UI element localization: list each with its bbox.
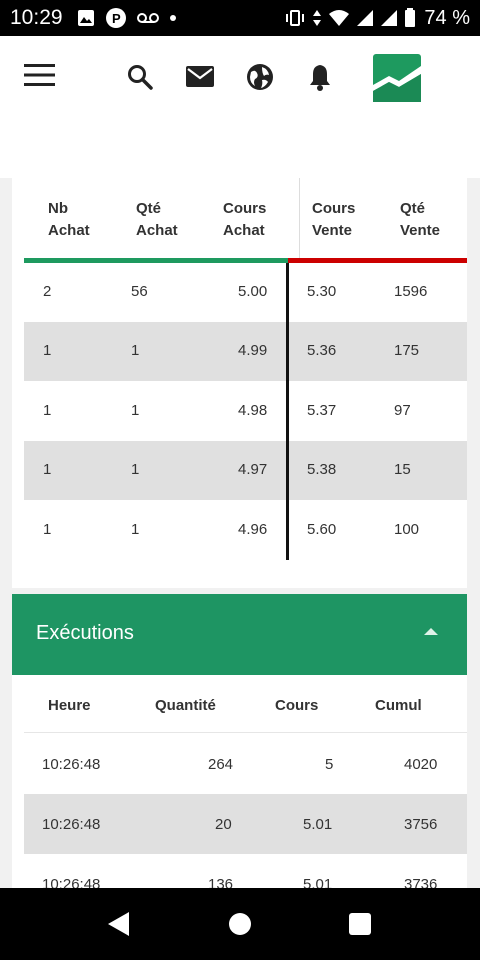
executions-header[interactable]: Exécutions <box>12 594 467 675</box>
signal-icon <box>357 10 374 26</box>
dot-icon <box>169 15 176 21</box>
order-book-row: 1 1 4.99 5.36 175 <box>24 322 467 381</box>
order-book-row: 1 1 4.97 5.38 15 <box>24 441 467 500</box>
order-book-row: 1 1 4.98 5.37 97 <box>43 402 411 419</box>
execution-row: 10:26:48 264 5 4020 <box>42 756 438 773</box>
wifi-icon <box>329 10 350 26</box>
execution-row: 10:26:48 20 5.01 3756 <box>24 794 467 854</box>
order-book-row: 2 56 5.00 5.30 1596 <box>43 283 428 300</box>
order-book-row: 1 1 4.96 5.60 100 <box>43 521 420 538</box>
menu-icon[interactable] <box>24 63 55 87</box>
home-icon[interactable] <box>229 913 251 935</box>
col-header-cours[interactable]: Cours <box>275 697 318 714</box>
vibrate-icon <box>286 10 305 26</box>
signal-icon <box>381 10 398 26</box>
voicemail-icon <box>136 13 159 23</box>
mail-icon[interactable] <box>186 66 214 87</box>
app-header <box>0 36 480 178</box>
col-header-nb-achat[interactable]: Nb Achat <box>48 198 90 242</box>
app-p-icon: P <box>105 8 126 28</box>
col-header-cours-vente[interactable]: Cours Vente <box>312 198 355 242</box>
col-header-cours-achat[interactable]: Cours Achat <box>223 198 266 242</box>
col-header-heure[interactable]: Heure <box>48 697 91 714</box>
bell-icon[interactable] <box>309 63 331 91</box>
executions-card: Exécutions Heure Quantité Cours Cumul 10… <box>12 594 467 888</box>
recents-icon[interactable] <box>349 913 371 935</box>
col-header-quantite[interactable]: Quantité <box>155 697 216 714</box>
col-header-cumul[interactable]: Cumul <box>375 697 422 714</box>
status-bar: 10:29 P 74 % <box>0 0 480 36</box>
search-icon[interactable] <box>127 64 153 90</box>
battery-percent: 74 % <box>424 6 470 29</box>
executions-title: Exécutions <box>36 622 134 644</box>
data-arrows-icon <box>313 10 322 26</box>
executions-column-header: Heure Quantité Cours Cumul <box>24 675 467 733</box>
col-header-qte-achat[interactable]: Qté Achat <box>136 198 178 242</box>
collapse-caret-icon[interactable] <box>424 628 438 635</box>
execution-row: 10:26:48 136 5.01 3736 <box>42 876 438 888</box>
content-area: Nb Achat Qté Achat Cours Achat Cours Ven… <box>0 178 480 888</box>
globe-icon[interactable] <box>246 63 274 91</box>
image-icon <box>77 10 94 26</box>
system-nav-bar <box>0 888 480 960</box>
order-book-header: Nb Achat Qté Achat Cours Achat Cours Ven… <box>24 178 467 258</box>
svg-text:P: P <box>112 11 121 26</box>
status-time: 10:29 <box>10 6 63 29</box>
order-book-card: Nb Achat Qté Achat Cours Achat Cours Ven… <box>12 178 467 588</box>
header-divider <box>299 178 300 258</box>
battery-icon <box>405 8 416 27</box>
col-header-qte-vente[interactable]: Qté Vente <box>400 198 440 242</box>
logo-icon[interactable] <box>373 54 421 102</box>
back-icon[interactable] <box>108 912 129 936</box>
buy-sell-divider <box>286 263 289 560</box>
